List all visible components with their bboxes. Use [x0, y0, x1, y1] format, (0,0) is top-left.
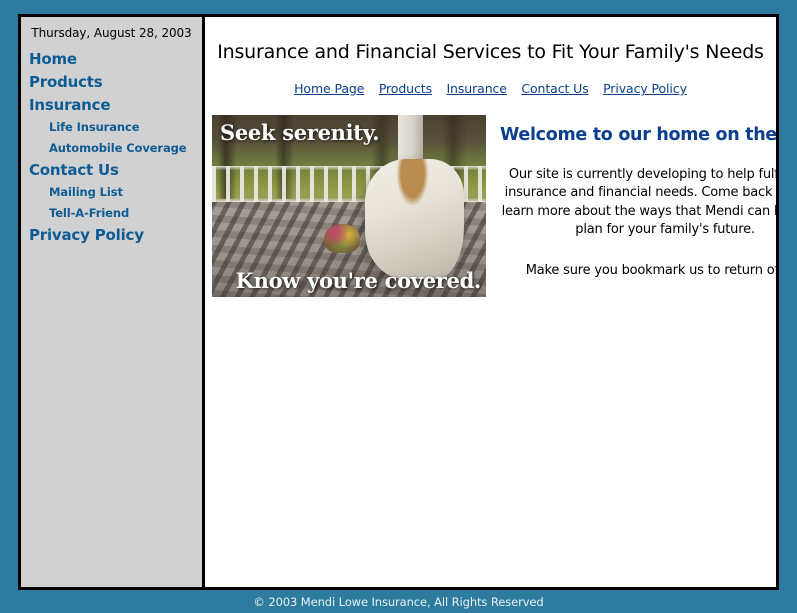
- page-frame: Thursday, August 28, 2003 Home Products …: [0, 0, 797, 613]
- photo-seated-woman: [365, 158, 465, 279]
- sidebar-item-privacy-policy[interactable]: Privacy Policy: [21, 224, 202, 247]
- sidebar: Thursday, August 28, 2003 Home Products …: [21, 17, 205, 587]
- sidebar-date: Thursday, August 28, 2003: [31, 26, 192, 40]
- sidebar-link-products[interactable]: Products: [21, 71, 202, 94]
- window-body: Thursday, August 28, 2003 Home Products …: [18, 14, 779, 590]
- photo-flower-basket: [324, 224, 360, 254]
- sidebar-item-contact-us[interactable]: Contact Us: [21, 159, 202, 182]
- sidebar-item-tell-a-friend[interactable]: Tell-A-Friend: [21, 203, 202, 224]
- page-title: Insurance and Financial Services to Fit …: [217, 41, 764, 63]
- sidebar-link-home[interactable]: Home: [21, 48, 202, 71]
- top-nav-bar: Home Page Products Insurance Contact Us …: [205, 63, 776, 98]
- sidebar-nav-list: Home Products Insurance Life Insurance A…: [21, 48, 202, 247]
- main-content: Insurance and Financial Services to Fit …: [205, 17, 776, 587]
- content-row: Seek serenity. Know you're covered. Welc…: [205, 115, 776, 297]
- sidebar-link-automobile-coverage[interactable]: Automobile Coverage: [21, 138, 202, 159]
- welcome-paragraph: Our site is currently developing to help…: [501, 167, 776, 238]
- sidebar-link-mailing-list[interactable]: Mailing List: [21, 182, 202, 203]
- photo-caption-bottom: Know you're covered.: [235, 268, 482, 293]
- sidebar-link-contact-us[interactable]: Contact Us: [21, 159, 202, 182]
- sidebar-item-products[interactable]: Products: [21, 71, 202, 94]
- sidebar-item-automobile-coverage[interactable]: Automobile Coverage: [21, 138, 202, 159]
- sidebar-item-life-insurance[interactable]: Life Insurance: [21, 117, 202, 138]
- welcome-heading: Welcome to our home on the web!: [500, 125, 776, 145]
- hero-photo: Seek serenity. Know you're covered.: [212, 115, 486, 297]
- photo-caption-top: Seek serenity.: [220, 120, 380, 145]
- sidebar-link-life-insurance[interactable]: Life Insurance: [21, 117, 202, 138]
- sidebar-link-privacy-policy[interactable]: Privacy Policy: [21, 224, 202, 247]
- sidebar-link-tell-a-friend[interactable]: Tell-A-Friend: [21, 203, 202, 224]
- top-nav-link-insurance[interactable]: Insurance: [446, 81, 507, 96]
- footer-copyright: © 2003 Mendi Lowe Insurance, All Rights …: [253, 595, 544, 609]
- top-nav-link-home-page[interactable]: Home Page: [294, 81, 364, 96]
- top-nav-link-products[interactable]: Products: [379, 81, 432, 96]
- sidebar-link-insurance[interactable]: Insurance: [21, 94, 202, 117]
- welcome-bookmark-text: Make sure you bookmark us to return ofte…: [525, 262, 776, 278]
- welcome-block: Welcome to our home on the web! Our site…: [486, 115, 776, 280]
- sidebar-item-insurance[interactable]: Insurance: [21, 94, 202, 117]
- sidebar-item-mailing-list[interactable]: Mailing List: [21, 182, 202, 203]
- top-nav-link-privacy-policy[interactable]: Privacy Policy: [603, 81, 687, 96]
- top-nav-link-contact-us[interactable]: Contact Us: [521, 81, 588, 96]
- sidebar-item-home[interactable]: Home: [21, 48, 202, 71]
